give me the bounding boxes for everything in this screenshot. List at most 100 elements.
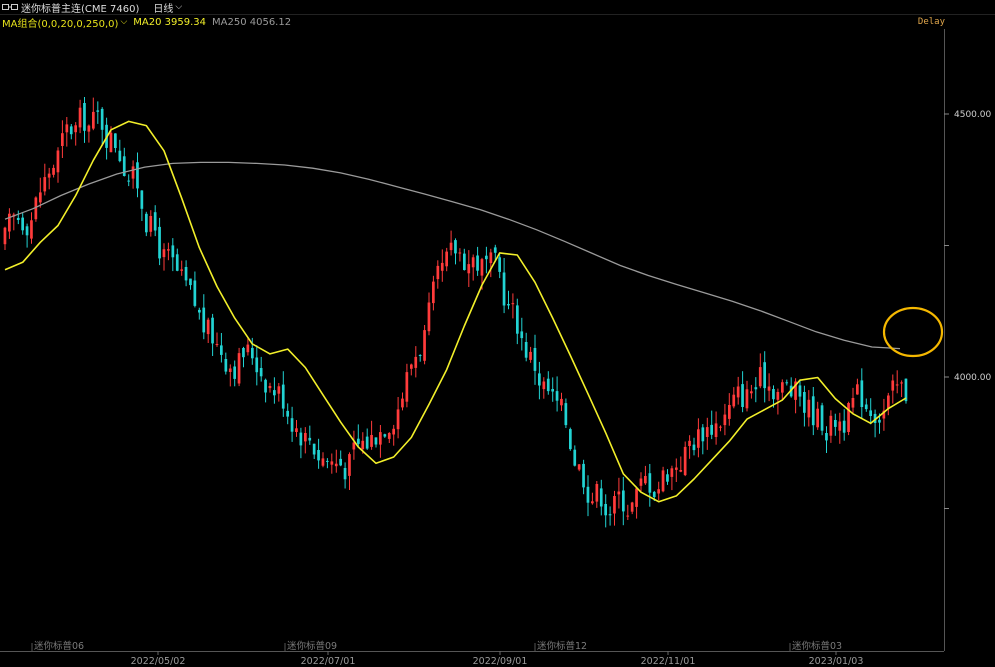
candle-body[interactable] [652, 491, 656, 498]
candle-body[interactable] [379, 432, 382, 445]
candle-body[interactable] [352, 442, 356, 450]
candle-body[interactable] [675, 467, 678, 470]
candle-body[interactable] [750, 391, 753, 394]
candle-body[interactable] [697, 429, 700, 448]
candle-body[interactable] [237, 353, 241, 384]
candle-body[interactable] [211, 317, 214, 344]
candle-body[interactable] [392, 428, 395, 435]
candle-body[interactable] [255, 357, 259, 373]
candle-body[interactable] [520, 331, 524, 339]
candle-body[interactable] [189, 278, 192, 286]
candle-body[interactable] [538, 373, 541, 386]
candle-body[interactable] [401, 398, 404, 408]
candle-body[interactable] [321, 458, 325, 466]
candle-body[interactable] [312, 443, 316, 455]
candle-body[interactable] [869, 410, 872, 416]
candle-body[interactable] [410, 364, 413, 369]
candle-body[interactable] [56, 150, 60, 173]
candle-body[interactable] [467, 264, 471, 274]
candle-body[interactable] [268, 386, 272, 389]
candle-body[interactable] [577, 464, 581, 470]
candle-body[interactable] [286, 410, 289, 417]
candle-body[interactable] [842, 420, 846, 433]
candle-body[interactable] [184, 267, 188, 281]
candle-body[interactable] [529, 351, 532, 360]
candle-body[interactable] [432, 281, 435, 304]
candle-body[interactable] [648, 473, 652, 493]
candle-body[interactable] [476, 255, 479, 271]
candle-body[interactable] [551, 389, 554, 392]
candle-body[interactable] [193, 280, 197, 306]
candle-body[interactable] [745, 389, 749, 409]
candle-body[interactable] [242, 348, 245, 358]
candle-body[interactable] [348, 454, 351, 476]
candle-body[interactable] [396, 409, 400, 430]
candle-body[interactable] [758, 367, 762, 387]
candle-body[interactable] [149, 216, 153, 232]
candle-body[interactable] [136, 162, 139, 189]
candle-body[interactable] [198, 309, 201, 313]
candle-body[interactable] [692, 444, 696, 451]
candle-body[interactable] [16, 217, 20, 220]
candle-body[interactable] [688, 440, 691, 446]
candle-body[interactable] [145, 213, 148, 233]
candle-body[interactable] [445, 251, 448, 267]
candle-body[interactable] [489, 252, 493, 264]
candle-body[interactable] [838, 421, 842, 431]
candle-body[interactable] [295, 428, 298, 432]
candle-body[interactable] [118, 150, 122, 162]
candle-body[interactable] [47, 173, 51, 178]
candle-body[interactable] [493, 247, 497, 253]
candle-body[interactable] [741, 384, 744, 407]
candle-body[interactable] [427, 302, 431, 332]
candle-body[interactable] [74, 125, 77, 133]
candle-body[interactable] [617, 491, 621, 495]
candlestick-chart[interactable]: 4500.00 4000.00 2022/05/02 2022/07/01 2022/0… [0, 0, 995, 667]
candle-body[interactable] [604, 504, 607, 516]
candle-body[interactable] [83, 103, 86, 131]
candle-body[interactable] [215, 344, 219, 345]
candle-body[interactable] [679, 470, 683, 472]
candle-body[interactable] [224, 359, 228, 372]
candle-body[interactable] [569, 429, 572, 450]
candle-body[interactable] [582, 463, 585, 488]
candle-body[interactable] [816, 408, 819, 428]
candle-body[interactable] [167, 249, 170, 251]
candle-body[interactable] [591, 501, 594, 504]
candle-body[interactable] [635, 488, 638, 507]
candle-body[interactable] [900, 382, 903, 384]
candle-body[interactable] [65, 124, 69, 133]
candle-body[interactable] [383, 434, 387, 437]
candle-body[interactable] [251, 347, 254, 359]
candle-body[interactable] [330, 461, 334, 465]
candle-body[interactable] [524, 342, 528, 358]
candle-body[interactable] [516, 305, 519, 334]
candle-body[interactable] [754, 387, 758, 390]
candle-body[interactable] [502, 272, 506, 306]
candle-body[interactable] [564, 403, 568, 426]
candle-body[interactable] [458, 252, 462, 254]
candle-body[interactable] [811, 396, 815, 426]
candle-body[interactable] [228, 368, 232, 373]
candle-body[interactable] [834, 420, 837, 427]
candle-body[interactable] [78, 107, 82, 128]
candle-body[interactable] [96, 110, 100, 112]
candle-body[interactable] [158, 226, 161, 259]
candle-body[interactable] [69, 126, 73, 135]
candle-body[interactable] [719, 426, 722, 428]
candle-body[interactable] [52, 167, 55, 175]
candle-body[interactable] [39, 192, 42, 203]
candle-body[interactable] [732, 394, 736, 407]
candle-body[interactable] [21, 217, 24, 231]
candle-body[interactable] [705, 427, 709, 437]
candle-body[interactable] [661, 470, 665, 492]
candle-body[interactable] [878, 419, 881, 423]
candle-body[interactable] [8, 213, 11, 232]
candle-body[interactable] [374, 437, 378, 445]
candle-body[interactable] [387, 433, 391, 439]
candle-body[interactable] [370, 435, 373, 447]
candle-body[interactable] [683, 446, 687, 476]
candle-body[interactable] [781, 382, 784, 393]
candle-body[interactable] [644, 476, 647, 484]
candle-body[interactable] [820, 405, 824, 431]
